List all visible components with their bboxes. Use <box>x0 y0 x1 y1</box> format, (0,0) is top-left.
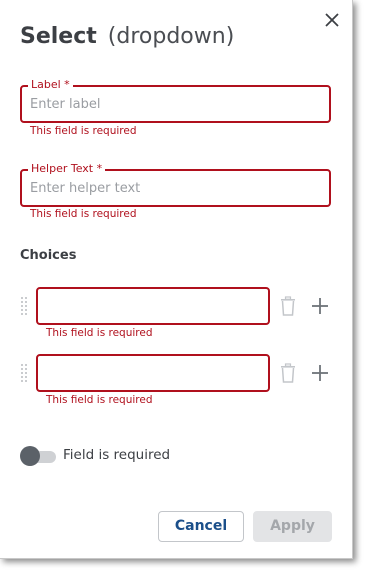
helper-text-error: This field is required <box>30 208 137 220</box>
dialog-title-main: Select <box>20 24 97 49</box>
close-icon[interactable] <box>320 8 344 32</box>
apply-button[interactable]: Apply <box>253 511 332 542</box>
trash-icon[interactable] <box>279 296 297 316</box>
choice-input-2[interactable] <box>44 356 262 390</box>
dialog-title: Select (dropdown) <box>20 22 234 52</box>
helper-text-field: Helper Text * <box>20 162 331 207</box>
required-toggle[interactable] <box>20 446 56 466</box>
cancel-button[interactable]: Cancel <box>158 511 244 542</box>
choice-input-1[interactable] <box>44 289 262 323</box>
label-field: Label * <box>20 78 331 123</box>
choice-input-box <box>36 287 270 325</box>
required-toggle-label: Field is required <box>63 447 171 463</box>
plus-icon[interactable] <box>310 296 330 316</box>
drag-handle-icon[interactable] <box>20 296 28 316</box>
drag-handle-icon[interactable] <box>20 363 28 383</box>
dialog-title-subtitle: (dropdown) <box>107 24 235 49</box>
label-input[interactable] <box>30 87 320 121</box>
trash-icon[interactable] <box>279 363 297 383</box>
choice-error-2: This field is required <box>46 394 153 406</box>
choices-title: Choices <box>20 248 77 263</box>
choice-error-1: This field is required <box>46 327 153 339</box>
helper-text-input[interactable] <box>30 171 320 205</box>
select-dialog: Select (dropdown) Label * This field is … <box>0 0 353 559</box>
choice-input-box <box>36 354 270 392</box>
plus-icon[interactable] <box>310 363 330 383</box>
toggle-knob <box>20 446 40 466</box>
label-error: This field is required <box>30 125 137 137</box>
